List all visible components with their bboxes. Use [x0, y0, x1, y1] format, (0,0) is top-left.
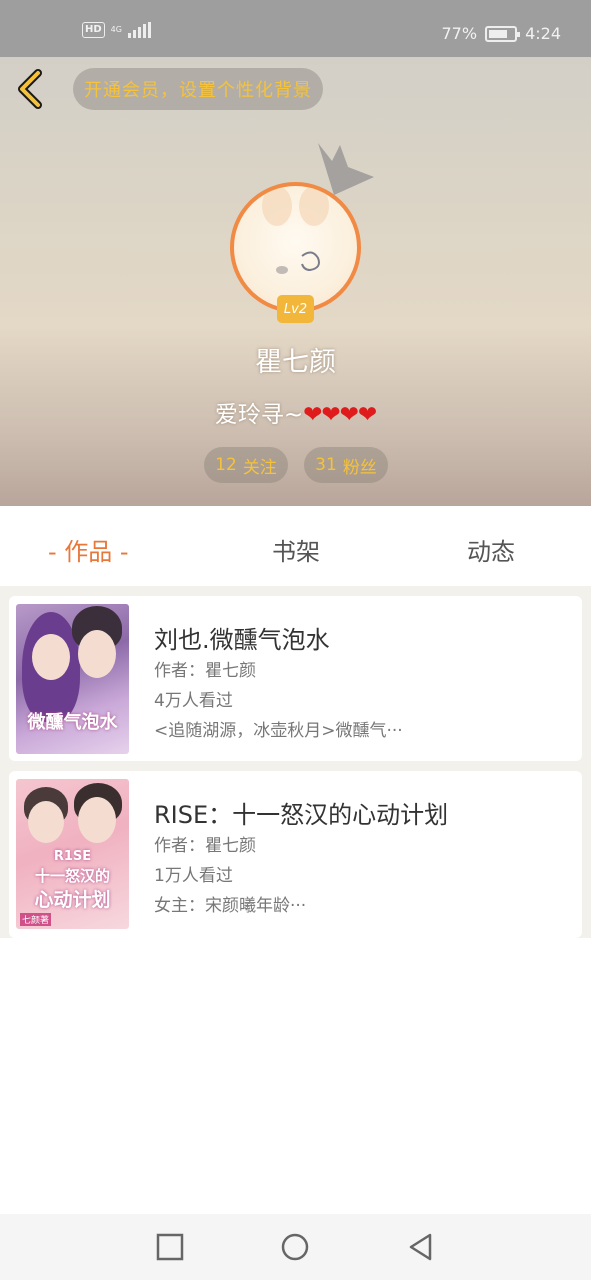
work-cover: R1SE 十一怒汉的 心动计划 七颜著 [16, 779, 129, 929]
clock: 4:24 [525, 24, 561, 43]
work-views: 1万人看过 [154, 866, 233, 886]
recent-apps-icon[interactable] [155, 1232, 185, 1262]
cover-text-1: R1SE [53, 849, 92, 864]
fans-label: 粉丝 [342, 457, 377, 478]
avatar[interactable]: Lv2 [230, 182, 361, 323]
hd-badge: HD [82, 22, 105, 38]
back-button[interactable] [14, 69, 50, 109]
cover-text-2: 十一怒汉的 [34, 867, 110, 885]
work-cover: 微醺气泡水 [16, 604, 129, 754]
tab-bookshelf[interactable]: 书架 [272, 532, 320, 567]
battery-icon [485, 25, 521, 42]
following-count: 12 [215, 455, 237, 475]
bio: 爱玲寻~❤❤❤❤ [0, 395, 591, 429]
profile-tabs: - 作品 - 书架 动态 [0, 506, 591, 586]
bio-text: 爱玲寻~ [214, 402, 304, 428]
signal-icon [127, 22, 151, 38]
tab-activity[interactable]: 动态 [467, 532, 515, 567]
status-right: 77% 4:24 [442, 24, 562, 43]
vip-background-button[interactable]: 开通会员，设置个性化背景 [73, 68, 323, 110]
heart-icons: ❤❤❤❤ [303, 402, 377, 428]
work-title: RISE：十一怒汉的心动计划 [154, 801, 449, 829]
profile-header: 开通会员，设置个性化背景 Lv2 瞿七颜 爱玲寻~❤❤❤❤ 12 关注 31 粉… [0, 57, 591, 506]
fans-button[interactable]: 31 粉丝 [304, 447, 388, 483]
status-left: HD 4G [82, 22, 151, 38]
battery-percent: 77% [441, 24, 478, 43]
chevron-left-icon [18, 69, 42, 109]
level-badge: Lv2 [277, 295, 314, 323]
work-views: 4万人看过 [154, 691, 233, 711]
fans-count: 31 [315, 455, 337, 475]
work-title: 刘也.微醺气泡水 [154, 626, 330, 654]
back-triangle-icon[interactable] [406, 1232, 436, 1262]
status-bar: HD 4G 77% 4:24 [0, 0, 591, 57]
work-description: 女主：宋颜曦年龄··· [154, 896, 307, 916]
work-card[interactable]: 微醺气泡水 刘也.微醺气泡水 作者：瞿七颜 4万人看过 <追随湖源，冰壶秋月>微… [9, 596, 582, 761]
work-author: 作者：瞿七颜 [154, 836, 256, 856]
avatar-image [230, 182, 361, 313]
work-card[interactable]: R1SE 十一怒汉的 心动计划 七颜著 RISE：十一怒汉的心动计划 作者：瞿七… [9, 771, 582, 938]
cover-author: 七颜著 [20, 913, 52, 926]
network-type: 4G [110, 25, 122, 34]
home-icon[interactable] [280, 1232, 310, 1262]
system-nav-bar [0, 1214, 591, 1280]
cover-title: 微醺气泡水 [27, 712, 118, 733]
tab-works[interactable]: - 作品 - [48, 532, 129, 567]
cover-text-3: 心动计划 [34, 889, 111, 911]
following-button[interactable]: 12 关注 [204, 447, 288, 483]
work-author: 作者：瞿七颜 [154, 661, 256, 681]
username: 瞿七颜 [255, 347, 336, 378]
work-description: <追随湖源，冰壶秋月>微醺气··· [154, 721, 403, 741]
works-list: 微醺气泡水 刘也.微醺气泡水 作者：瞿七颜 4万人看过 <追随湖源，冰壶秋月>微… [0, 586, 591, 938]
following-label: 关注 [242, 457, 277, 478]
